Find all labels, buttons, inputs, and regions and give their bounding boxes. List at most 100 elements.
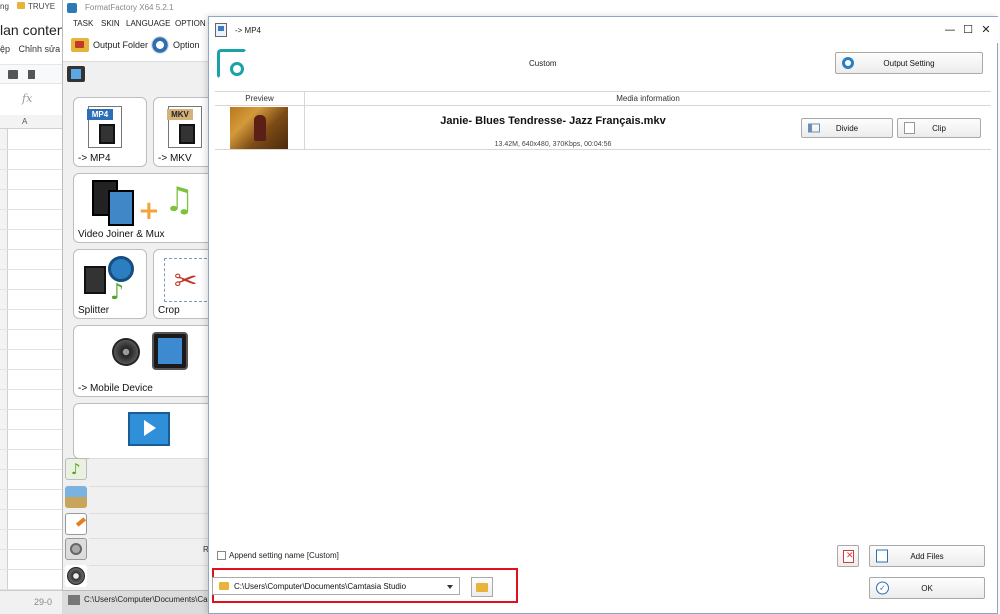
menu-task[interactable]: TASK xyxy=(73,19,93,28)
add-files-label: Add Files xyxy=(910,551,944,561)
append-setting-checkbox[interactable] xyxy=(217,551,226,560)
menu-skin[interactable]: SKIN xyxy=(101,19,120,28)
document-title[interactable]: lan content xyxy=(0,22,65,38)
tile-video-tool[interactable] xyxy=(73,403,212,459)
sheet-row[interactable] xyxy=(0,190,65,210)
table-header: Preview Media information xyxy=(215,92,991,106)
sheet-row[interactable] xyxy=(0,390,65,410)
main-titlebar: FormatFactory X64 5.2.1 xyxy=(63,0,212,16)
output-path-dropdown[interactable]: C:\Users\Computer\Documents\Camtasia Stu… xyxy=(212,577,460,595)
sheet-row[interactable] xyxy=(0,370,65,390)
sheet-row[interactable] xyxy=(0,550,65,570)
menu-option[interactable]: OPTION xyxy=(175,19,206,28)
tile-to-mp4[interactable]: MP4 -> MP4 xyxy=(73,97,147,167)
sheet-row[interactable] xyxy=(0,270,65,290)
sheet-row[interactable] xyxy=(0,410,65,430)
gear-icon xyxy=(842,57,854,69)
option-icon xyxy=(151,36,169,54)
background-spreadsheet: ng TRUYE lan content ệp Chỉnh sửa fx A 2… xyxy=(0,0,66,614)
file-info: 13.42M, 640x480, 370Kbps, 00:04:56 xyxy=(494,141,612,148)
minimize-button[interactable]: — xyxy=(943,23,957,37)
sheet-row[interactable] xyxy=(0,490,65,510)
tile-crop[interactable]: ✂ Crop xyxy=(153,249,212,319)
column-header-media-info[interactable]: Media information xyxy=(305,92,991,106)
sheet-row[interactable] xyxy=(0,230,65,250)
sheet-row[interactable] xyxy=(0,150,65,170)
tile-to-mkv[interactable]: MKV -> MKV xyxy=(153,97,212,167)
browse-folder-button[interactable] xyxy=(471,577,493,597)
clip-label: Clip xyxy=(932,123,946,133)
mp4-badge: MP4 xyxy=(87,109,113,120)
output-path-value: C:\Users\Computer\Documents\Camtasia Stu… xyxy=(234,582,407,591)
sheet-row[interactable] xyxy=(0,350,65,370)
column-header-preview[interactable]: Preview xyxy=(215,92,305,106)
tab-label[interactable]: ng xyxy=(0,2,9,11)
main-menubar: TASK SKIN LANGUAGE OPTION xyxy=(63,16,212,32)
music-note-icon: ♪ xyxy=(110,280,125,305)
append-setting-label: Append setting name [Custom] xyxy=(229,551,339,560)
browser-tab-strip: ng TRUYE xyxy=(0,0,65,14)
main-window-title: FormatFactory X64 5.2.1 xyxy=(85,3,174,12)
tab-label[interactable]: TRUYE xyxy=(28,2,55,11)
sheet-row[interactable] xyxy=(0,530,65,550)
menu-item[interactable]: ệp xyxy=(0,44,10,54)
option-button[interactable]: Option xyxy=(151,36,200,54)
maximize-button[interactable]: ☐ xyxy=(961,23,975,37)
sheet-row[interactable] xyxy=(0,310,65,330)
sheet-row[interactable] xyxy=(0,510,65,530)
option-label: Option xyxy=(173,40,200,50)
sheet-row[interactable] xyxy=(0,450,65,470)
sheet-row[interactable] xyxy=(0,170,65,190)
clip-button[interactable]: Clip xyxy=(897,118,981,138)
scissors-icon: ✂ xyxy=(174,264,198,297)
output-setting-button[interactable]: Output Setting xyxy=(835,52,983,74)
close-button[interactable]: ✕ xyxy=(979,23,993,37)
play-triangle-icon xyxy=(144,420,156,436)
paint-format-icon[interactable] xyxy=(28,70,35,79)
tile-video-joiner[interactable]: + ♫ Video Joiner & Mux xyxy=(73,173,212,243)
sheet-row[interactable] xyxy=(0,130,65,150)
tile-mobile-device[interactable]: -> Mobile Device xyxy=(73,325,212,397)
sheet-row[interactable] xyxy=(0,570,65,590)
tile-label: Crop xyxy=(158,305,180,316)
film-icon xyxy=(99,124,115,144)
sheet-row[interactable] xyxy=(0,470,65,490)
utilities-category-icon[interactable] xyxy=(65,565,87,587)
check-circle-icon: ✓ xyxy=(876,581,889,595)
ok-button[interactable]: ✓ OK xyxy=(869,577,985,599)
output-folder-button[interactable]: Output Folder xyxy=(71,38,148,52)
table-row[interactable]: Janie- Blues Tendresse- Jazz Français.mk… xyxy=(215,106,991,150)
music-note-icon: ♫ xyxy=(164,180,195,220)
menu-item[interactable]: Chỉnh sửa xyxy=(19,44,61,54)
remove-file-button[interactable]: ✕ xyxy=(837,545,859,567)
picture-category-icon[interactable] xyxy=(65,486,87,508)
formatfactory-main-window: FormatFactory X64 5.2.1 TASK SKIN LANGUA… xyxy=(62,0,212,614)
print-icon[interactable] xyxy=(8,70,18,79)
column-header[interactable]: A xyxy=(0,115,65,129)
sheet-row[interactable] xyxy=(0,330,65,350)
video-thumbnail[interactable] xyxy=(230,107,288,149)
tile-splitter[interactable]: ♪ Splitter xyxy=(73,249,147,319)
status-icon xyxy=(68,595,80,605)
sheet-row[interactable] xyxy=(0,210,65,230)
sheet-row[interactable] xyxy=(0,250,65,270)
ok-label: OK xyxy=(921,583,933,593)
sheet-row[interactable] xyxy=(0,290,65,310)
add-files-button[interactable]: Add Files xyxy=(869,545,985,567)
rom-device-category-icon[interactable] xyxy=(65,538,87,560)
date-label: 29-0 xyxy=(34,597,53,607)
mp4-conversion-dialog: -> MP4 — ☐ ✕ Custom Output Setting Previ… xyxy=(208,16,999,614)
formatfactory-logo-icon xyxy=(67,3,77,13)
remove-x-icon: ✕ xyxy=(846,551,854,561)
sheet-row[interactable] xyxy=(0,430,65,450)
audio-category-icon[interactable]: ♪ xyxy=(65,458,87,480)
menu-language[interactable]: LANGUAGE xyxy=(126,19,170,28)
tile-label: -> Mobile Device xyxy=(78,383,153,394)
output-folder-label: Output Folder xyxy=(93,40,149,50)
mp4-file-icon: MP4 xyxy=(87,106,122,148)
column-letter: A xyxy=(22,117,28,126)
divide-button[interactable]: Divide xyxy=(801,118,893,138)
document-category-icon[interactable] xyxy=(65,513,87,535)
video-category-icon[interactable] xyxy=(67,66,85,82)
settings-profile-icon[interactable] xyxy=(217,49,247,79)
